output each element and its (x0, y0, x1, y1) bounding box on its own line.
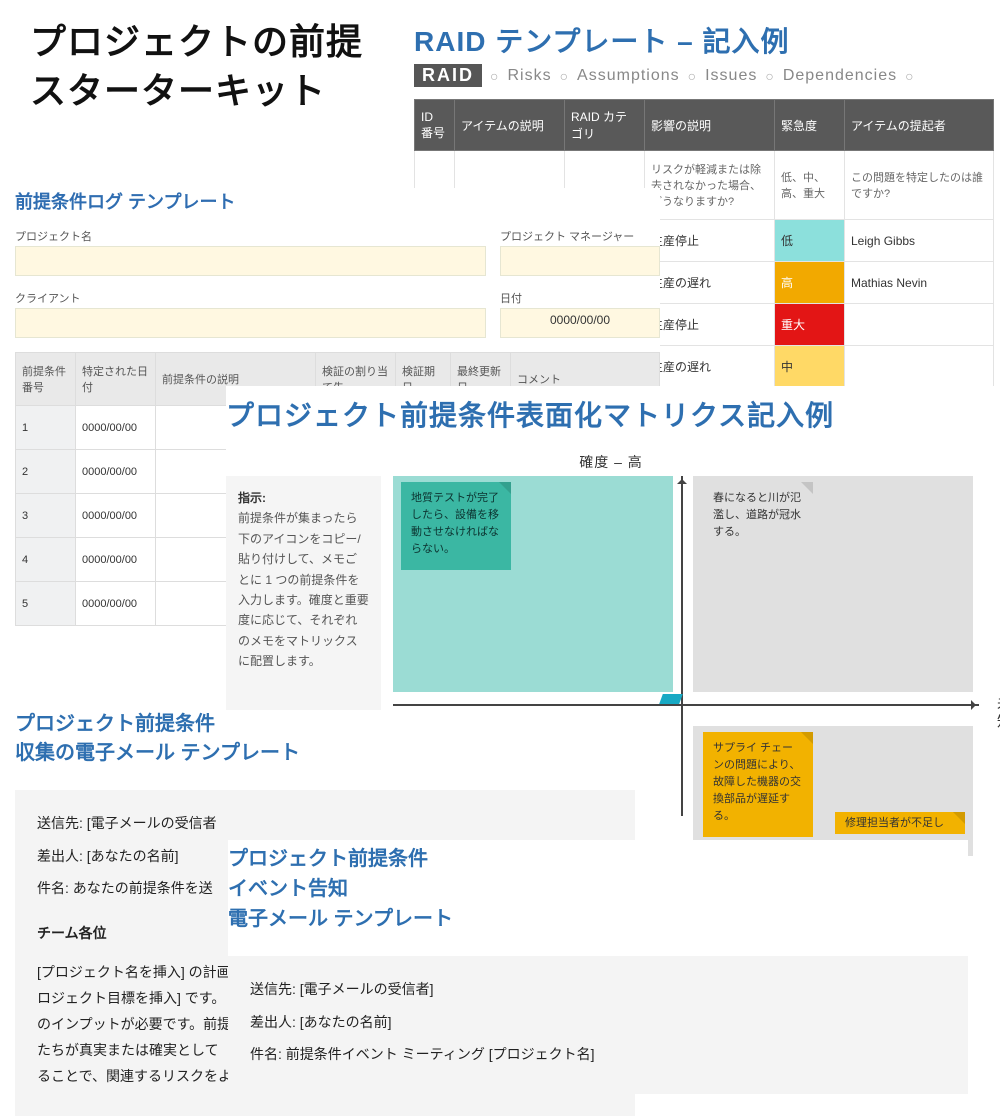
sticky-note-teal[interactable]: 地質テストが完了したら、設備を移動させなければならない。 (401, 482, 511, 570)
axis-top-label: 確度 – 高 (226, 452, 996, 472)
label-date: 日付 (500, 290, 660, 306)
label-manager: プロジェクト マネージャー (500, 228, 660, 244)
axis-marker-icon (659, 694, 683, 704)
input-date[interactable]: 0000/00/00 (500, 308, 660, 338)
raid-title: RAID テンプレート – 記入例 (414, 20, 994, 60)
title-line2: スターターキット (30, 70, 326, 111)
label-client: クライアント (15, 290, 486, 306)
axis-horizontal (393, 704, 979, 706)
input-manager[interactable] (500, 246, 660, 276)
alog-title: 前提条件ログ テンプレート (15, 188, 660, 214)
sticky-note-amber-2[interactable]: 修理担当者が不足し (835, 812, 965, 834)
input-client[interactable] (15, 308, 486, 338)
raid-badge: RAID (414, 64, 482, 87)
raid-subtitle: RAID ○Risks ○Assumptions ○Issues ○Depend… (414, 64, 994, 87)
email-template-event: プロジェクト前提条件 イベント告知 電子メール テンプレート 送信先: [電子メ… (228, 840, 968, 1094)
input-project[interactable] (15, 246, 486, 276)
sticky-note-amber[interactable]: サプライ チェーンの問題により、故障した機器の交換部品が遅延する。 (703, 732, 813, 837)
label-project: プロジェクト名 (15, 228, 486, 244)
title-line1: プロジェクトの前提 (30, 21, 363, 62)
matrix-title: プロジェクト前提条件表面化マトリクス記入例 (226, 394, 996, 434)
axis-vertical (681, 476, 683, 816)
main-title: プロジェクトの前提 スターターキット (30, 18, 363, 115)
sticky-note-grey[interactable]: 春になると川が氾濫し、道路が冠水する。 (703, 482, 813, 553)
axis-right-label: 未知 (994, 696, 1000, 732)
